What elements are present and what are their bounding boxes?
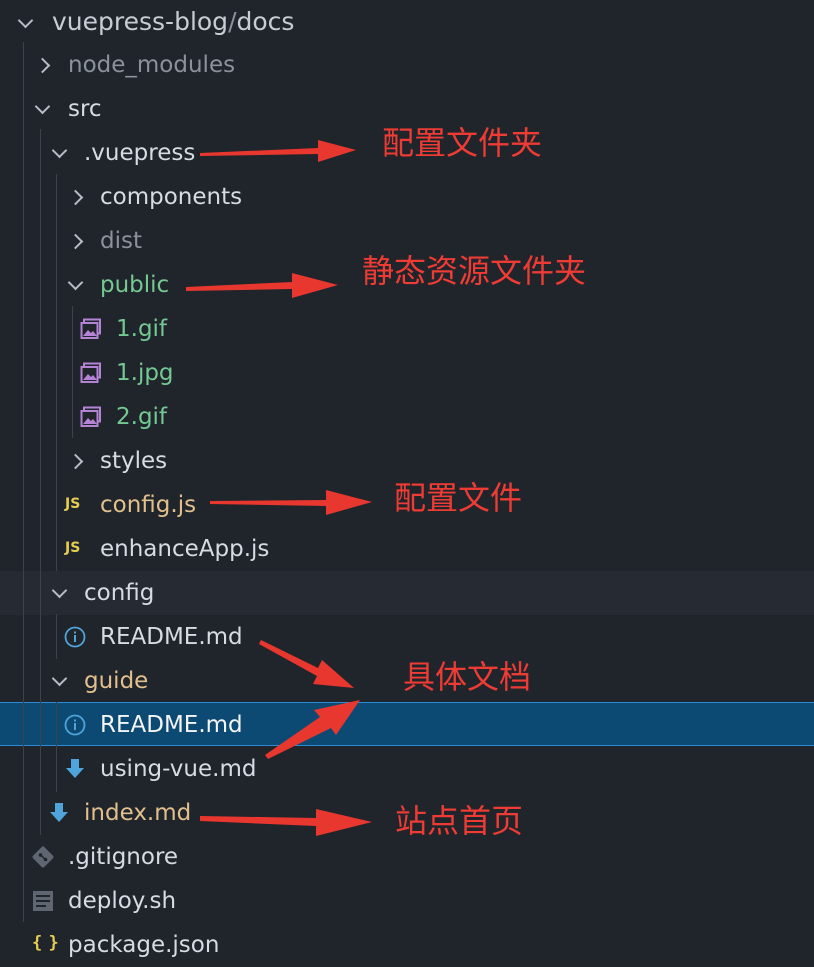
arrow-config-file: [210, 490, 372, 515]
annotation-arrows: [186, 140, 372, 836]
file-explorer: vuepress-blog/docs node_modules src .vue…: [0, 0, 814, 962]
arrow-static-resources: [186, 273, 338, 298]
arrow-docs-upper: [259, 640, 354, 688]
arrow-docs-lower: [265, 700, 360, 759]
arrow-config-folder: [200, 140, 356, 162]
arrow-homepage: [200, 809, 372, 836]
